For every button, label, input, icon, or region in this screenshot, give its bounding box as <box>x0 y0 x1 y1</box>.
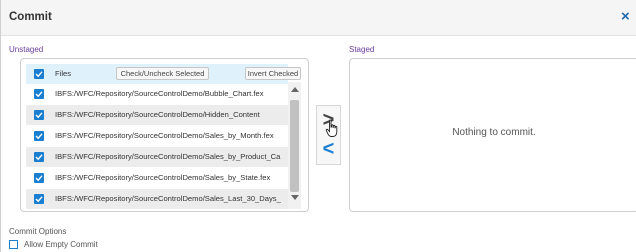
file-row[interactable]: IBFS:/WFC/Repository/SourceControlDemo/S… <box>26 126 288 146</box>
dialog-title: Commit <box>9 11 52 23</box>
file-checkbox[interactable] <box>34 173 44 183</box>
allow-empty-commit-checkbox[interactable] <box>9 240 18 249</box>
scrollbar-thumb[interactable] <box>290 100 299 192</box>
invert-checked-button[interactable]: Invert Checked <box>245 67 301 80</box>
dialog-header: Commit × <box>1 0 636 36</box>
file-row[interactable]: IBFS:/WFC/Repository/SourceControlDemo/H… <box>26 105 288 125</box>
file-checkbox[interactable] <box>34 194 44 204</box>
file-row[interactable]: IBFS:/WFC/Repository/SourceControlDemo/S… <box>26 168 288 188</box>
unstaged-header-row: Files Check/Uncheck Selected Invert Chec… <box>26 64 301 84</box>
unstage-button[interactable]: < <box>317 136 340 163</box>
file-path: IBFS:/WFC/Repository/SourceControlDemo/S… <box>55 131 274 140</box>
file-row[interactable]: IBFS:/WFC/Repository/SourceControlDemo/S… <box>26 189 288 209</box>
check-uncheck-selected-button[interactable]: Check/Uncheck Selected <box>116 67 209 80</box>
scroll-up-arrow-icon[interactable] <box>291 87 299 92</box>
file-path: IBFS:/WFC/Repository/SourceControlDemo/S… <box>55 194 281 203</box>
commit-dialog: Commit × Unstaged Staged Files Check/Unc… <box>0 0 636 252</box>
unstaged-scrollbar[interactable] <box>288 82 301 209</box>
scroll-down-arrow-icon[interactable] <box>291 195 299 200</box>
staged-list: Nothing to commit. <box>349 58 636 212</box>
nothing-to-commit-message: Nothing to commit. <box>452 127 536 138</box>
file-path: IBFS:/WFC/Repository/SourceControlDemo/S… <box>55 152 281 161</box>
commit-options-label: Commit Options <box>9 227 67 236</box>
file-path: IBFS:/WFC/Repository/SourceControlDemo/S… <box>55 173 271 182</box>
file-path: IBFS:/WFC/Repository/SourceControlDemo/H… <box>55 110 260 119</box>
file-checkbox[interactable] <box>34 152 44 162</box>
close-icon[interactable]: × <box>621 9 635 25</box>
staged-label: Staged <box>349 45 375 54</box>
file-row[interactable]: IBFS:/WFC/Repository/SourceControlDemo/B… <box>26 84 288 104</box>
allow-empty-commit-label: Allow Empty Commit <box>24 240 98 249</box>
file-path: IBFS:/WFC/Repository/SourceControlDemo/B… <box>55 89 264 98</box>
files-column-label: Files <box>55 69 72 78</box>
file-checkbox[interactable] <box>34 110 44 120</box>
select-all-checkbox[interactable] <box>34 69 44 79</box>
unstaged-label: Unstaged <box>9 45 44 54</box>
file-row[interactable]: IBFS:/WFC/Repository/SourceControlDemo/S… <box>26 147 288 167</box>
file-checkbox[interactable] <box>34 89 44 99</box>
file-checkbox[interactable] <box>34 131 44 141</box>
hand-cursor-icon <box>325 119 338 137</box>
